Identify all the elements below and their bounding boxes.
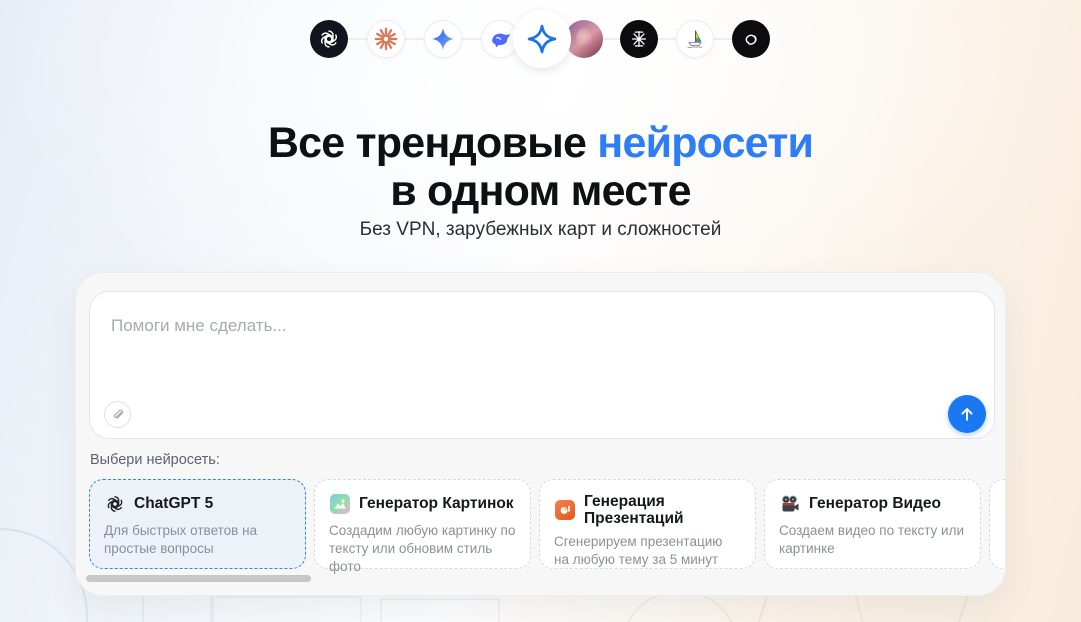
model-card-image-generator[interactable]: Генератор Картинок Создадим любую картин…: [314, 479, 531, 569]
prompt-input[interactable]: [90, 292, 994, 438]
openai-icon: [104, 493, 125, 514]
card-title: Генерация Презентаций: [584, 493, 709, 528]
page-title: Все трендовые нейросетив одном месте: [0, 122, 1081, 214]
sparkle-star-icon[interactable]: [513, 10, 571, 68]
prompt-panel: Выбери нейросеть: ChatGPT 5 Для быстрых …: [75, 272, 1006, 596]
attach-file-button[interactable]: [104, 401, 131, 428]
arrow-up-icon: [957, 404, 977, 424]
sailboat-icon[interactable]: [676, 20, 714, 58]
card-description: Сгенерируем презентацию на любую тему за…: [554, 533, 741, 569]
card-description: Для быстрых ответов на простые вопросы: [104, 522, 291, 558]
card-description: Создаем видео по тексту или картинке: [779, 522, 966, 558]
background-decoration: [380, 598, 500, 622]
model-card-video-generator[interactable]: Генератор Видео Создаем видео по тексту …: [764, 479, 981, 569]
model-card-presentations[interactable]: Генерация Презентаций Сгенерируем презен…: [539, 479, 756, 569]
title-line2: в одном месте: [0, 170, 1081, 214]
presentation-icon: [554, 500, 575, 521]
loop-icon[interactable]: [732, 20, 770, 58]
title-prefix: Все трендовые: [268, 119, 597, 167]
prompt-box: [89, 291, 995, 439]
cards-scrollbar-thumb[interactable]: [86, 575, 311, 582]
card-title: ChatGPT 5: [134, 495, 213, 512]
geometric-star-icon[interactable]: [620, 20, 658, 58]
claude-icon[interactable]: [367, 20, 405, 58]
card-description: Создадим любую картинку по тексту или об…: [329, 522, 516, 575]
model-card-partial[interactable]: [989, 479, 1006, 569]
title-highlight: нейросети: [597, 119, 813, 167]
card-title: Генератор Картинок: [359, 495, 514, 512]
page-subtitle: Без VPN, зарубежных карт и сложностей: [0, 219, 1081, 241]
send-button[interactable]: [948, 395, 986, 433]
picture-icon: [329, 493, 350, 514]
openai-icon[interactable]: [310, 20, 348, 58]
background-decoration: [212, 596, 362, 622]
model-card-chatgpt5[interactable]: ChatGPT 5 Для быстрых ответов на простые…: [89, 479, 306, 569]
video-camera-icon: [779, 493, 800, 514]
gemini-icon[interactable]: [424, 20, 462, 58]
card-title: Генератор Видео: [809, 495, 941, 512]
paperclip-icon: [111, 408, 125, 422]
model-picker-label: Выбери нейросеть:: [90, 452, 220, 468]
